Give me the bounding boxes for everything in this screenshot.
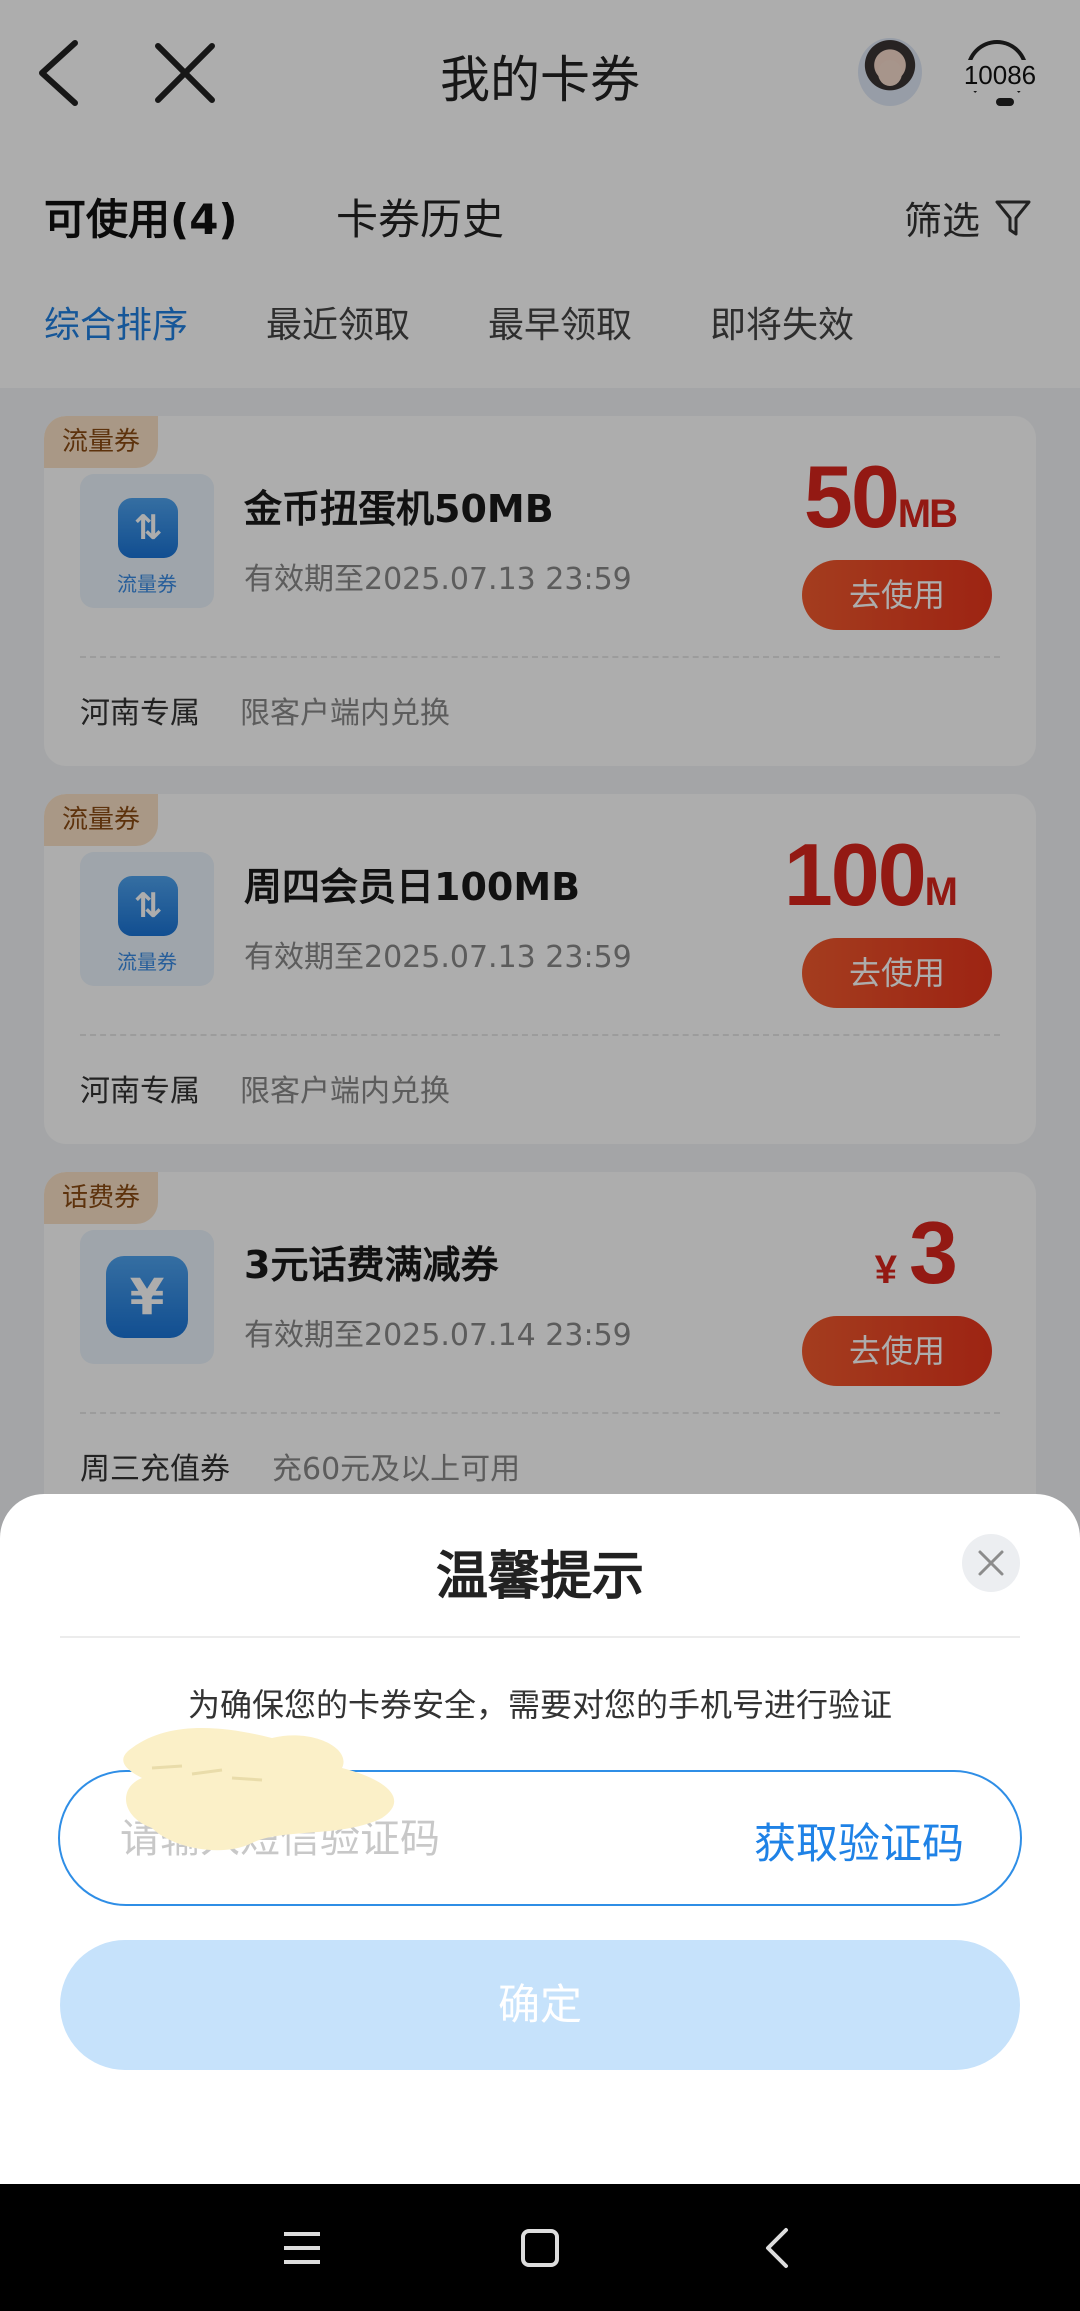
redaction-scribble xyxy=(123,1728,395,1851)
dialog-title: 温馨提示 xyxy=(435,1547,644,1607)
verification-dialog: 温馨提示 为确保您的卡券安全，需要对您的手机号进行验证 获取验证码 确定 xyxy=(0,1494,1080,2184)
system-nav-bar xyxy=(0,2184,1080,2311)
get-code-button[interactable]: 获取验证码 xyxy=(754,1810,964,1871)
close-icon xyxy=(978,1550,1004,1576)
nav-back-icon[interactable] xyxy=(738,2208,818,2288)
dialog-divider xyxy=(60,1636,1020,1638)
dialog-close-button[interactable] xyxy=(962,1534,1020,1592)
confirm-button[interactable]: 确定 xyxy=(60,1940,1020,2070)
home-icon[interactable] xyxy=(500,2208,580,2288)
menu-icon[interactable] xyxy=(262,2208,342,2288)
